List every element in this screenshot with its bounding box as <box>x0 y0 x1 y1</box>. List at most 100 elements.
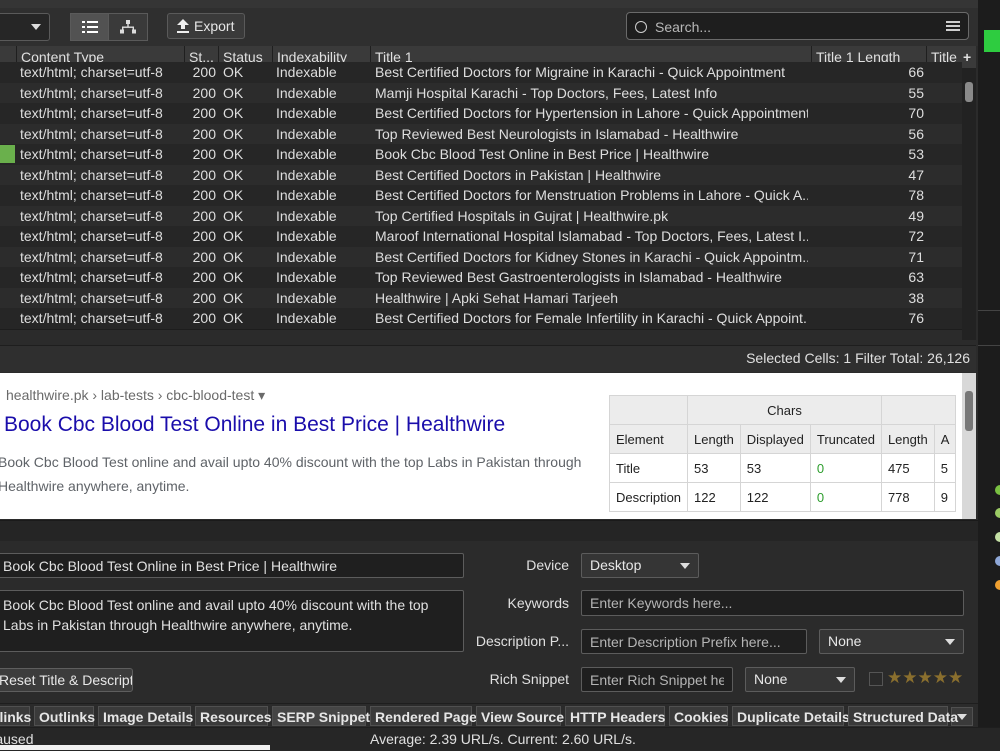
tab-structured-data[interactable]: Structured Data <box>848 706 958 726</box>
content-type-cell[interactable]: text/html; charset=utf-8 <box>20 226 180 246</box>
status-code-cell[interactable]: 200 <box>184 206 216 226</box>
indexability-cell[interactable]: Indexable <box>276 124 366 144</box>
title-cell[interactable]: Book Cbc Blood Test Online in Best Price… <box>375 144 808 164</box>
table-row[interactable]: text/html; charset=utf-8 200 OK Indexable Ma… <box>0 82 962 104</box>
indexability-cell[interactable]: Indexable <box>276 83 366 103</box>
tab-http-headers[interactable]: HTTP Headers <box>565 706 665 726</box>
indexability-cell[interactable]: Indexable <box>276 247 366 267</box>
title-cell[interactable]: Best Certified Doctors for Kidney Stones… <box>375 247 808 267</box>
indexability-cell[interactable]: Indexable <box>276 103 366 123</box>
tab-cookies[interactable]: Cookies <box>669 706 728 726</box>
tab-image-details[interactable]: Image Details <box>98 706 193 726</box>
title-length-cell[interactable]: 63 <box>820 267 924 287</box>
tree-view-button[interactable] <box>108 13 148 41</box>
title-cell[interactable]: Top Certified Hospitals in Gujrat | Heal… <box>375 206 808 226</box>
tab-inlinks[interactable]: Inlinks <box>0 706 31 726</box>
content-type-cell[interactable]: text/html; charset=utf-8 <box>20 267 180 287</box>
indexability-cell[interactable]: Indexable <box>276 308 366 328</box>
export-button[interactable]: Export <box>167 13 245 39</box>
title-length-cell[interactable]: 49 <box>820 206 924 226</box>
title-length-cell[interactable]: 56 <box>820 124 924 144</box>
table-row[interactable]: text/html; charset=utf-8 200 OK Indexable To… <box>0 123 962 145</box>
status-cell[interactable]: OK <box>223 267 269 287</box>
status-cell[interactable]: OK <box>223 247 269 267</box>
status-cell[interactable]: OK <box>223 62 269 82</box>
title-length-cell[interactable]: 72 <box>820 226 924 246</box>
content-type-cell[interactable]: text/html; charset=utf-8 <box>20 308 180 328</box>
grid-vertical-scrollbar[interactable] <box>962 68 976 340</box>
table-row[interactable]: text/html; charset=utf-8 200 OK Indexable Ma… <box>0 226 962 248</box>
title-length-cell[interactable]: 38 <box>820 288 924 308</box>
title-cell[interactable]: Best Certified Doctors for Menstruation … <box>375 185 808 205</box>
content-type-cell[interactable]: text/html; charset=utf-8 <box>20 62 180 82</box>
status-code-cell[interactable]: 200 <box>184 267 216 287</box>
status-code-cell[interactable]: 200 <box>184 308 216 328</box>
table-row[interactable]: text/html; charset=utf-8 200 OK Indexable Be… <box>0 308 962 330</box>
rich-snippet-input[interactable] <box>581 667 733 692</box>
title-cell[interactable]: Best Certified Doctors for Female Infert… <box>375 308 808 328</box>
status-cell[interactable]: OK <box>223 83 269 103</box>
title-cell[interactable]: Healthwire | Apki Sehat Hamari Tarjeeh <box>375 288 808 308</box>
serp-vertical-scrollbar[interactable] <box>962 373 976 519</box>
title-cell[interactable]: Mamji Hospital Karachi - Top Doctors, Fe… <box>375 83 808 103</box>
indexability-cell[interactable]: Indexable <box>276 288 366 308</box>
content-type-cell[interactable]: text/html; charset=utf-8 <box>20 124 180 144</box>
content-type-cell[interactable]: text/html; charset=utf-8 <box>20 185 180 205</box>
status-code-cell[interactable]: 200 <box>184 226 216 246</box>
status-code-cell[interactable]: 200 <box>184 165 216 185</box>
content-type-cell[interactable]: text/html; charset=utf-8 <box>20 247 180 267</box>
description-prefix-input[interactable] <box>581 629 807 654</box>
serp-title[interactable]: Book Cbc Blood Test Online in Best Price… <box>4 413 505 437</box>
table-row[interactable]: text/html; charset=utf-8 200 OK Indexable Be… <box>0 164 962 186</box>
scrollbar-thumb[interactable] <box>965 82 973 102</box>
tab-duplicate-details[interactable]: Duplicate Details <box>732 706 850 726</box>
status-code-cell[interactable]: 200 <box>184 144 216 164</box>
status-cell[interactable]: OK <box>223 206 269 226</box>
indexability-cell[interactable]: Indexable <box>276 165 366 185</box>
status-cell[interactable]: OK <box>223 185 269 205</box>
description-prefix-select[interactable]: None <box>819 629 964 654</box>
table-row[interactable]: text/html; charset=utf-8 200 OK Indexable Be… <box>0 246 962 268</box>
indexability-cell[interactable]: Indexable <box>276 267 366 287</box>
content-type-cell[interactable]: text/html; charset=utf-8 <box>20 83 180 103</box>
title-length-cell[interactable]: 78 <box>820 185 924 205</box>
tab-resources[interactable]: Resources <box>195 706 272 726</box>
indexability-cell[interactable]: Indexable <box>276 144 366 164</box>
tab-outlinks[interactable]: Outlinks <box>34 706 95 726</box>
status-cell[interactable]: OK <box>223 288 269 308</box>
status-code-cell[interactable]: 200 <box>184 103 216 123</box>
list-view-button[interactable] <box>70 13 110 41</box>
title-cell[interactable]: Maroof International Hospital Islamabad … <box>375 226 808 246</box>
indexability-cell[interactable]: Indexable <box>276 185 366 205</box>
filter-dropdown[interactable] <box>0 13 50 41</box>
table-row[interactable]: text/html; charset=utf-8 200 OK Indexable Be… <box>0 62 962 84</box>
table-row[interactable]: text/html; charset=utf-8 200 OK Indexable Be… <box>0 185 962 207</box>
status-cell[interactable]: OK <box>223 103 269 123</box>
status-cell[interactable]: OK <box>223 144 269 164</box>
content-type-cell[interactable]: text/html; charset=utf-8 <box>20 206 180 226</box>
content-type-cell[interactable]: text/html; charset=utf-8 <box>20 288 180 308</box>
title-length-cell[interactable]: 55 <box>820 83 924 103</box>
indexability-cell[interactable]: Indexable <box>276 62 366 82</box>
status-code-cell[interactable]: 200 <box>184 288 216 308</box>
indexability-cell[interactable]: Indexable <box>276 226 366 246</box>
title-length-cell[interactable]: 76 <box>820 308 924 328</box>
add-column-button[interactable]: + <box>960 46 976 68</box>
title-cell[interactable]: Top Reviewed Best Neurologists in Islama… <box>375 124 808 144</box>
title-length-cell[interactable]: 47 <box>820 165 924 185</box>
panel-splitter[interactable] <box>0 520 978 541</box>
scrollbar-thumb[interactable] <box>965 391 973 431</box>
tab-serp-snippet[interactable]: SERP Snippet <box>272 706 370 726</box>
content-type-cell[interactable]: text/html; charset=utf-8 <box>20 165 180 185</box>
search-input[interactable] <box>653 16 937 38</box>
status-cell[interactable]: OK <box>223 124 269 144</box>
table-row[interactable]: text/html; charset=utf-8 200 OK Indexable He… <box>0 287 962 309</box>
status-code-cell[interactable]: 200 <box>184 124 216 144</box>
title-cell[interactable]: Top Reviewed Best Gastroenterologists in… <box>375 267 808 287</box>
table-row[interactable]: text/html; charset=utf-8 200 OK Indexable Bo… <box>0 144 962 166</box>
status-cell[interactable]: OK <box>223 308 269 328</box>
table-row[interactable]: text/html; charset=utf-8 200 OK Indexable To… <box>0 205 962 227</box>
status-code-cell[interactable]: 200 <box>184 62 216 82</box>
search-box[interactable] <box>626 12 969 40</box>
tab-view-source[interactable]: View Source <box>476 706 564 726</box>
